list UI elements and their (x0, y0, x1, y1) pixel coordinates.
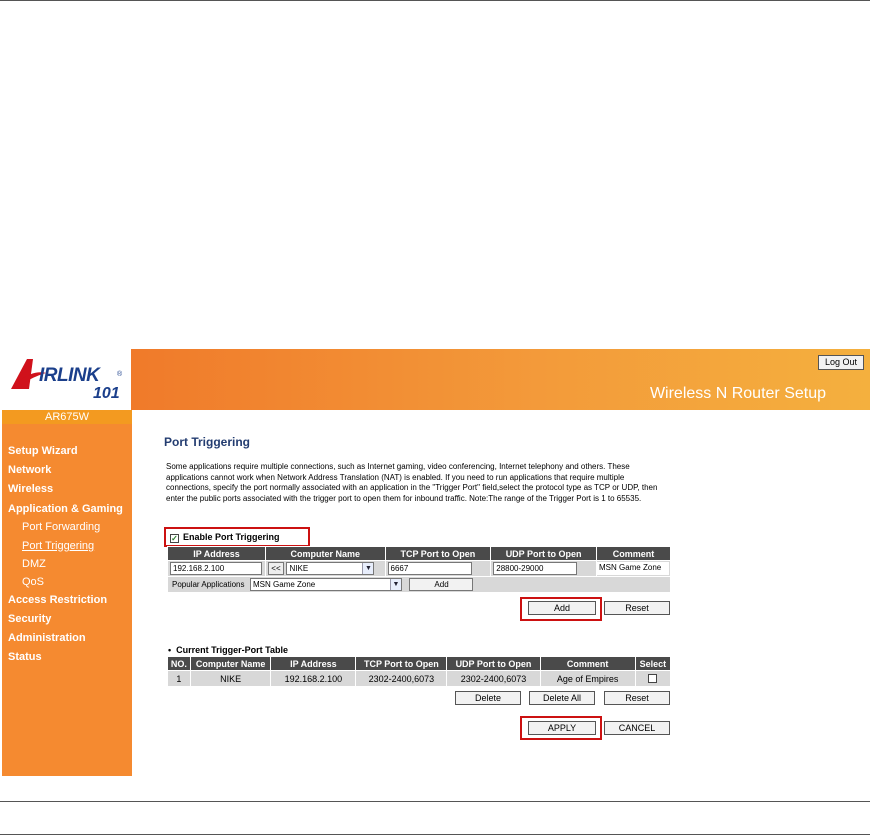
table-row: 1 NIKE 192.168.2.100 2302-2400,6073 2302… (167, 670, 672, 687)
sidebar-item-qos[interactable]: QoS (22, 576, 44, 588)
top-rule (0, 0, 870, 1)
computer-name-select[interactable]: NIKE ▼ (286, 562, 375, 575)
popular-apps-select[interactable]: MSN Game Zone ▼ (250, 578, 403, 591)
sidebar-item-port-triggering[interactable]: Port Triggering (22, 540, 94, 552)
col-tcp-port: TCP Port to Open (384, 546, 492, 561)
chevron-down-icon: ▼ (390, 579, 402, 590)
sidebar-item-wireless[interactable]: Wireless (8, 483, 53, 495)
sidebar-item-status[interactable]: Status (8, 651, 42, 663)
add-button[interactable]: Add (528, 601, 596, 615)
brand-101: 101 (93, 385, 120, 402)
popular-add-button[interactable]: Add (408, 578, 473, 591)
col-udp-port: UDP Port to Open (446, 656, 541, 671)
cell-tcp-port: 2302-2400,6073 (355, 670, 448, 687)
sidebar-item-security[interactable]: Security (8, 613, 51, 625)
delete-button[interactable]: Delete (455, 691, 521, 705)
col-tcp-port: TCP Port to Open (355, 656, 448, 671)
brand-registered: ® (117, 371, 123, 378)
brand-text: IRLINK (39, 365, 100, 386)
col-computer-name: Computer Name (264, 546, 386, 561)
trigger-table-caption: • Current Trigger-Port Table (168, 645, 289, 655)
sidebar-item-administration[interactable]: Administration (8, 632, 86, 644)
sidebar-item-dmz[interactable]: DMZ (22, 558, 46, 570)
sidebar-item-network[interactable]: Network (8, 464, 51, 476)
logout-button[interactable]: Log Out (818, 355, 864, 370)
sidebar-item-application-gaming[interactable]: Application & Gaming (8, 503, 123, 515)
col-no: NO. (167, 656, 191, 671)
col-computer-name: Computer Name (189, 656, 272, 671)
copy-name-button[interactable]: << (267, 562, 284, 575)
delete-all-button[interactable]: Delete All (529, 691, 595, 705)
bottom-rule-2 (0, 834, 870, 835)
sidebar-item-setup-wizard[interactable]: Setup Wizard (8, 445, 78, 457)
sidebar-item-access-restriction[interactable]: Access Restriction (8, 594, 107, 606)
header-title: Wireless N Router Setup (649, 385, 826, 402)
bottom-rule (0, 801, 870, 802)
popular-apps-value: MSN Game Zone (253, 580, 316, 589)
entry-table: IP Address Computer Name TCP Port to Ope… (167, 546, 672, 593)
cell-no: 1 (167, 670, 191, 687)
airlink-logo: IRLINK ® 101 (1, 349, 131, 410)
row-select-checkbox[interactable] (648, 673, 658, 683)
col-udp-port: UDP Port to Open (490, 546, 597, 561)
header-bar: Wireless N Router Setup (131, 349, 870, 410)
model-label: AR675W (2, 410, 132, 424)
col-select: Select (634, 656, 672, 671)
chevron-down-icon: ▼ (362, 563, 374, 574)
comment-input[interactable]: MSN Game Zone (596, 562, 669, 575)
entry-reset-button[interactable]: Reset (604, 601, 670, 615)
cancel-button[interactable]: CANCEL (604, 721, 670, 735)
cell-comment: Age of Empires (539, 670, 636, 687)
cell-udp-port: 2302-2400,6073 (446, 670, 541, 687)
table-reset-button[interactable]: Reset (604, 691, 670, 705)
page-description: Some applications require multiple conne… (166, 462, 658, 503)
cell-computer-name: NIKE (189, 670, 272, 687)
udp-port-input[interactable]: 28800-29000 (493, 562, 578, 575)
enable-port-triggering[interactable]: ✓ Enable Port Triggering (170, 532, 280, 543)
apply-button[interactable]: APPLY (528, 721, 596, 735)
col-ip-address: IP Address (167, 546, 266, 561)
enable-label: Enable Port Triggering (183, 532, 280, 542)
popular-apps-label: Popular Applications (172, 579, 245, 589)
computer-name-value: NIKE (289, 564, 309, 573)
ip-address-input[interactable]: 192.168.2.100 (170, 562, 262, 575)
page-title: Port Triggering (164, 435, 251, 449)
trigger-port-table: NO. Computer Name IP Address TCP Port to… (167, 656, 672, 687)
sidebar-item-port-forwarding[interactable]: Port Forwarding (22, 521, 100, 533)
col-comment: Comment (595, 546, 672, 561)
enable-checkbox[interactable]: ✓ (170, 534, 179, 543)
trigger-table-caption-text: Current Trigger-Port Table (176, 645, 289, 655)
cell-ip-address: 192.168.2.100 (270, 670, 357, 687)
tcp-port-input[interactable]: 6667 (387, 562, 472, 575)
col-comment: Comment (539, 656, 636, 671)
col-ip-address: IP Address (270, 656, 357, 671)
